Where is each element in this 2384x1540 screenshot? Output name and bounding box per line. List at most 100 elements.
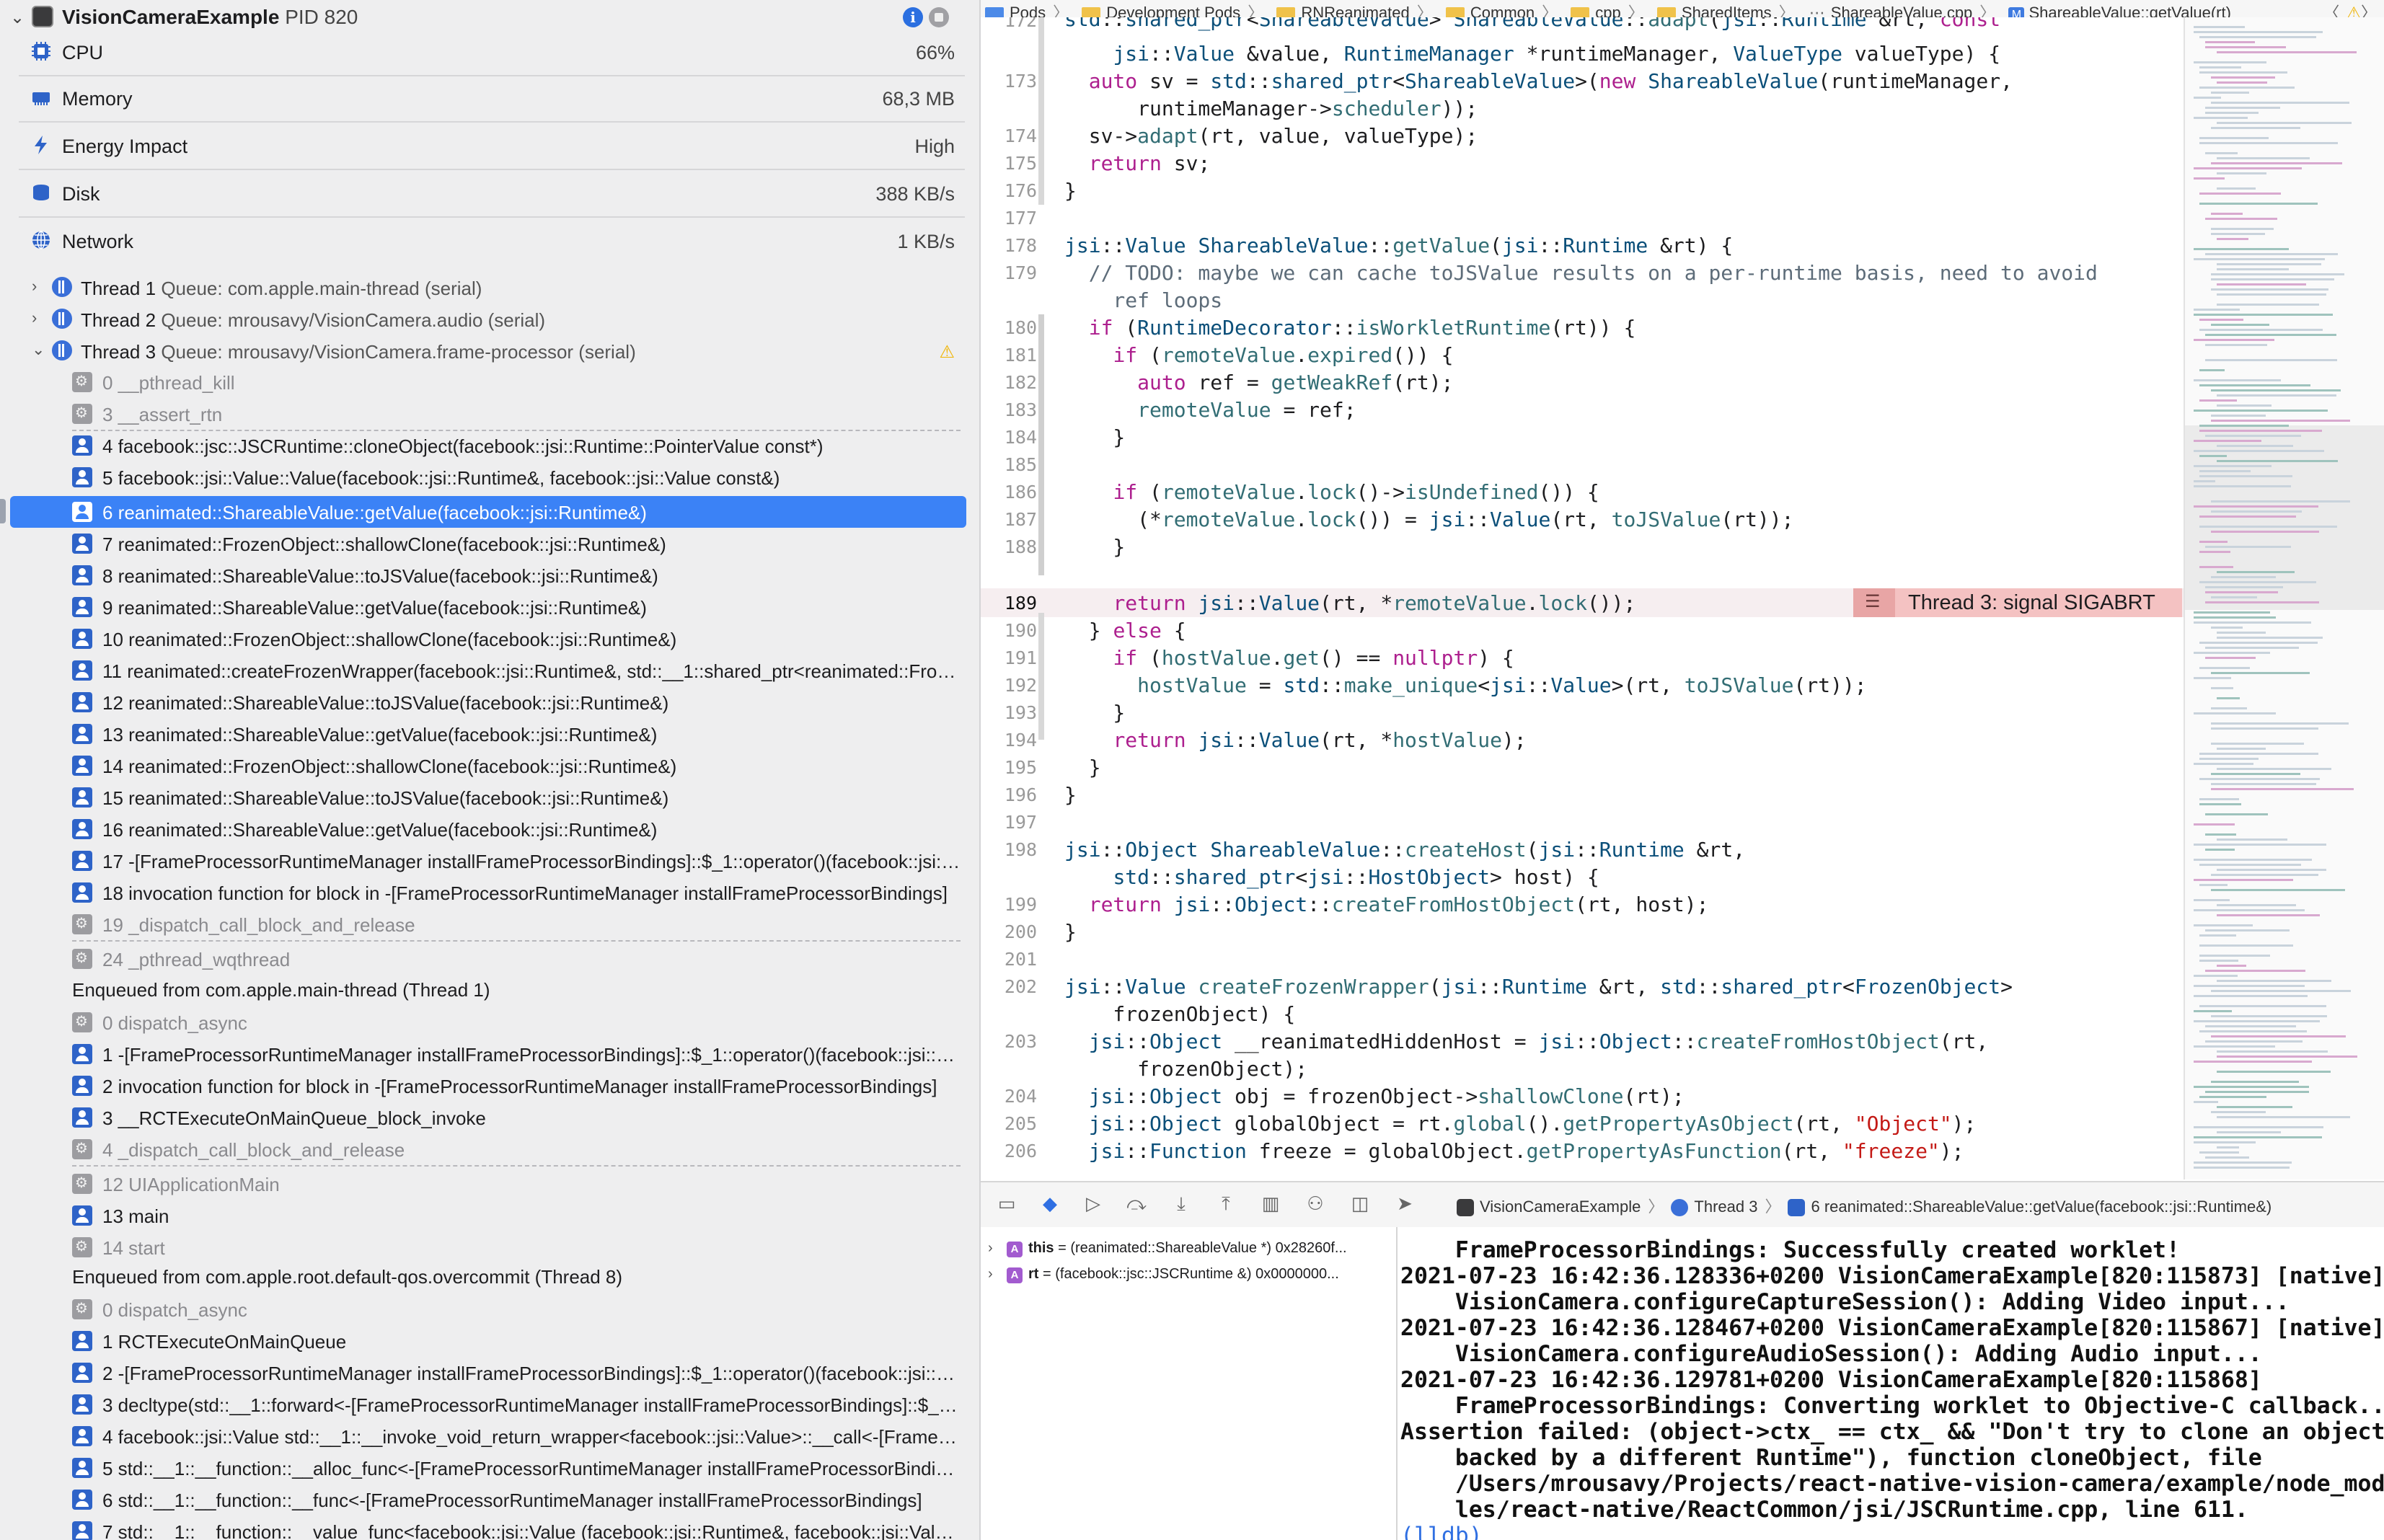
minimap-line xyxy=(2211,874,2318,876)
stack-frame[interactable]: 0 dispatch_async xyxy=(0,1293,979,1325)
user-frame-icon xyxy=(72,882,92,903)
frame-label: 11 reanimated::createFrozenWrapper(faceb… xyxy=(102,660,961,682)
breakpoints-toggle-icon[interactable]: ◆ xyxy=(1038,1192,1061,1214)
stack-frame[interactable]: 4 facebook::jsc::JSCRuntime::cloneObject… xyxy=(0,430,979,461)
lldb-prompt[interactable]: (lldb) xyxy=(1400,1523,1483,1540)
stack-frame[interactable]: 3 __assert_rtn xyxy=(0,398,979,431)
frame-label: 1 -[FrameProcessorRuntimeManager install… xyxy=(102,1044,961,1066)
stack-frame[interactable]: 13 main xyxy=(0,1200,979,1231)
stack-frame[interactable]: 1 RCTExecuteOnMainQueue xyxy=(0,1325,979,1357)
stack-frame[interactable]: 10 reanimated::FrozenObject::shallowClon… xyxy=(0,623,979,655)
variable-row[interactable]: › Art = (facebook::jsc::JSCRuntime &) 0x0… xyxy=(988,1266,1389,1288)
location-icon[interactable]: ➤ xyxy=(1393,1192,1416,1214)
gauge-cpu[interactable]: CPU 66% xyxy=(0,29,979,76)
breadcrumb-shareditems[interactable]: SharedItems xyxy=(1653,4,1772,17)
stack-frame[interactable]: 9 reanimated::ShareableValue::getValue(f… xyxy=(0,591,979,623)
gauge-network[interactable]: Network 1 KB/s xyxy=(0,218,979,265)
code-line: } xyxy=(1064,920,1077,944)
environment-overrides-icon[interactable]: ◫ xyxy=(1348,1192,1372,1214)
continue-icon[interactable]: ▷ xyxy=(1082,1192,1105,1214)
stack-frame[interactable]: 5 std::__1::__function::__alloc_func<-[F… xyxy=(0,1452,979,1484)
current-line-number: 189 xyxy=(1004,593,1037,614)
step-out-icon[interactable]: ⤒ xyxy=(1214,1192,1237,1214)
minimap-line xyxy=(2211,773,2300,775)
line-number: 177 xyxy=(1004,208,1037,229)
warning-icon[interactable]: ⚠ xyxy=(2347,4,2361,17)
warning-icon[interactable]: ⚠ xyxy=(939,342,955,363)
line-number: 175 xyxy=(1004,153,1037,174)
breadcrumb-common[interactable]: Common xyxy=(1442,4,1535,17)
stack-frame[interactable]: 19 _dispatch_call_block_and_release xyxy=(0,908,979,942)
stack-frame[interactable]: 3 decltype(std::__1::forward<-[FrameProc… xyxy=(0,1389,979,1420)
minimap-line xyxy=(2217,81,2267,84)
chevron-left-icon[interactable]: 〈 xyxy=(2323,4,2339,17)
breadcrumb-pods[interactable]: Pods xyxy=(981,4,1046,17)
view-hierarchy-icon[interactable]: ▥ xyxy=(1259,1192,1282,1214)
gauge-memory[interactable]: Memory 68,3 MB xyxy=(0,75,979,123)
stack-frame[interactable]: 4 _dispatch_call_block_and_release xyxy=(0,1133,979,1167)
minimap[interactable] xyxy=(2184,17,2384,1180)
stack-frame[interactable]: 8 reanimated::ShareableValue::toJSValue(… xyxy=(0,559,979,591)
frame-label: 4 _dispatch_call_block_and_release xyxy=(102,1139,405,1161)
stack-frame[interactable]: 14 reanimated::FrozenObject::shallowClon… xyxy=(0,750,979,782)
breadcrumb-symbol[interactable]: M ShareableValue::getValue(rt) xyxy=(2004,4,2231,17)
stack-frame[interactable]: 14 start xyxy=(0,1231,979,1263)
stack-frame[interactable]: 0 dispatch_async xyxy=(0,1006,979,1038)
minimap-line xyxy=(2217,980,2331,982)
chevron-right-icon[interactable]: › xyxy=(32,277,37,296)
memory-graph-icon[interactable]: ⚇ xyxy=(1304,1192,1327,1214)
info-icon[interactable]: i xyxy=(903,7,923,27)
hide-debug-area-icon[interactable]: ▭ xyxy=(995,1192,1018,1214)
stack-frame[interactable]: 12 reanimated::ShareableValue::toJSValue… xyxy=(0,686,979,718)
stack-frame[interactable]: 5 facebook::jsi::Value::Value(facebook::… xyxy=(0,461,979,493)
breadcrumb-development-pods[interactable]: Development Pods xyxy=(1077,4,1240,17)
system-frame-icon xyxy=(72,914,92,934)
chevron-down-icon[interactable]: ⌄ xyxy=(32,340,45,359)
breadcrumb-rnreanimated[interactable]: RNReanimated xyxy=(1272,4,1410,17)
stack-frame[interactable]: 15 reanimated::ShareableValue::toJSValue… xyxy=(0,782,979,813)
stack-frame[interactable]: 7 reanimated::FrozenObject::shallowClone… xyxy=(0,528,979,559)
breadcrumb-file[interactable]: ⋯ ShareableValue.cpp xyxy=(1804,4,1973,17)
minimap-line xyxy=(2211,1035,2346,1037)
chevron-down-icon[interactable]: ⌄ xyxy=(10,7,25,28)
stack-frame[interactable]: 11 reanimated::createFrozenWrapper(faceb… xyxy=(0,655,979,686)
chevron-right-icon[interactable]: 〉 xyxy=(2361,4,2377,17)
step-over-icon[interactable]: ⤼ xyxy=(1125,1192,1148,1214)
gauge-energy[interactable]: Energy Impact High xyxy=(0,123,979,170)
crumb-frame[interactable]: 6 reanimated::ShareableValue::getValue(f… xyxy=(1811,1198,2272,1216)
crumb-process[interactable]: VisionCameraExample xyxy=(1480,1198,1641,1216)
console-output[interactable]: FrameProcessorBindings: Successfully cre… xyxy=(1398,1227,2384,1540)
stack-frame[interactable]: 24 _pthread_wqthread xyxy=(0,943,979,975)
stack-frame-selected[interactable]: 6 reanimated::ShareableValue::getValue(f… xyxy=(0,496,979,528)
gauge-disk[interactable]: Disk 388 KB/s xyxy=(0,170,979,218)
stack-frame[interactable]: 2 -[FrameProcessorRuntimeManager install… xyxy=(0,1357,979,1389)
thread-row[interactable]: › Thread 2 Queue: mrousavy/VisionCamera.… xyxy=(0,303,979,335)
stack-frame[interactable]: 4 facebook::jsi::Value std::__1::__invok… xyxy=(0,1420,979,1452)
stack-frame[interactable]: 12 UIApplicationMain xyxy=(0,1168,979,1200)
chevron-right-icon[interactable]: › xyxy=(32,309,37,327)
breadcrumb-cpp[interactable]: cpp xyxy=(1566,4,1621,17)
stack-frame[interactable]: 18 invocation function for block in -[Fr… xyxy=(0,877,979,908)
stack-frame[interactable]: 17 -[FrameProcessorRuntimeManager instal… xyxy=(0,845,979,877)
thread-row[interactable]: ⌄ Thread 3 Queue: mrousavy/VisionCamera.… xyxy=(0,335,979,366)
stack-frame[interactable]: 1 -[FrameProcessorRuntimeManager install… xyxy=(0,1038,979,1070)
stack-frame[interactable]: 13 reanimated::ShareableValue::getValue(… xyxy=(0,718,979,750)
stack-frame[interactable]: 3 __RCTExecuteOnMainQueue_block_invoke xyxy=(0,1102,979,1133)
stack-frame[interactable]: 7 std::__1::__function::__value_func<fac… xyxy=(0,1515,979,1540)
line-number: 179 xyxy=(1004,262,1037,283)
error-banner[interactable]: Thread 3: signal SIGABRT xyxy=(1853,588,2182,617)
minimap-line xyxy=(2217,304,2319,306)
stack-frame[interactable]: 16 reanimated::ShareableValue::getValue(… xyxy=(0,813,979,845)
user-frame-icon xyxy=(72,502,92,522)
crumb-thread[interactable]: Thread 3 xyxy=(1694,1198,1757,1216)
stack-frame[interactable]: 6 std::__1::__function::__func<-[FramePr… xyxy=(0,1484,979,1515)
chevron-right-icon[interactable]: › xyxy=(988,1240,1007,1257)
step-into-icon[interactable]: ⤓ xyxy=(1170,1192,1193,1214)
stack-frame[interactable]: 0 __pthread_kill xyxy=(0,366,979,398)
stack-frame[interactable]: 2 invocation function for block in -[Fra… xyxy=(0,1070,979,1102)
stop-icon[interactable] xyxy=(929,7,949,27)
chevron-right-icon[interactable]: › xyxy=(988,1266,1007,1283)
variable-row[interactable]: › Athis = (reanimated::ShareableValue *) … xyxy=(988,1240,1389,1262)
thread-row[interactable]: › Thread 1 Queue: com.apple.main-thread … xyxy=(0,271,979,303)
folder-icon xyxy=(1445,7,1465,17)
